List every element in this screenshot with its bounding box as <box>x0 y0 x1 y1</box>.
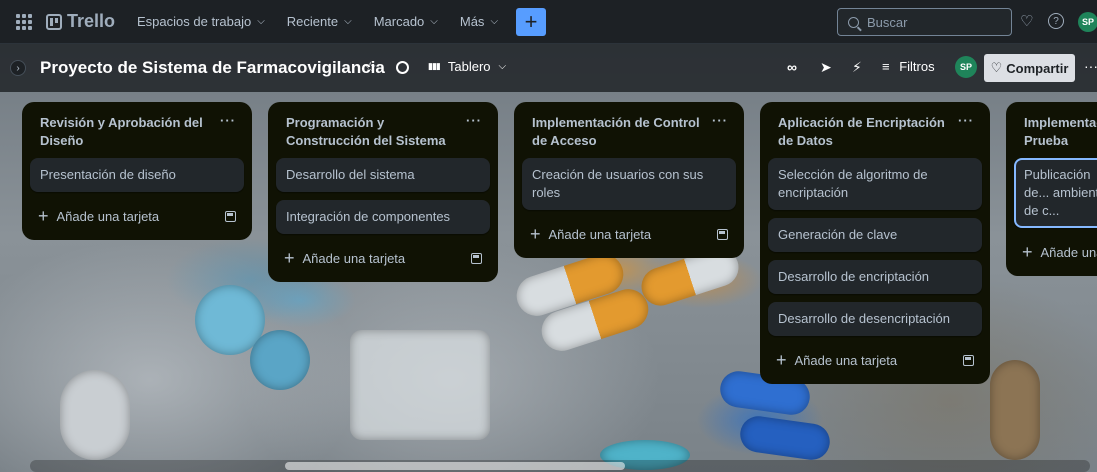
list-header[interactable]: Implementación de Control de Acceso ··· <box>522 102 736 158</box>
trello-logo[interactable]: Trello <box>46 11 115 32</box>
nav-recent-label: Reciente <box>286 14 339 29</box>
card[interactable]: Publicación de... ambiente de c... <box>1014 158 1097 228</box>
nav-more-label: Más <box>459 14 485 29</box>
share-button[interactable]: ♡ Compartir <box>984 54 1075 82</box>
star-icon[interactable]: ☆ <box>364 59 377 76</box>
card-template-icon[interactable] <box>963 354 974 366</box>
card[interactable]: Desarrollo de encriptación <box>768 260 982 294</box>
automation-icon[interactable]: ➤ <box>820 59 832 76</box>
add-card-label: Añade una tarjeta <box>794 352 898 368</box>
add-card-label: Añade una tarjeta <box>56 208 160 224</box>
list-control-acceso: Implementación de Control de Acceso ··· … <box>514 102 744 258</box>
list-header[interactable]: Programación y Construcción del Sistema … <box>276 102 490 158</box>
user-avatar[interactable]: SP <box>1078 12 1097 32</box>
chevron-down-icon: ⌵ <box>498 61 507 72</box>
search-placeholder: Buscar <box>867 14 908 30</box>
list-title: Programación y Construcción del Sistema <box>286 115 446 148</box>
add-card-button[interactable]: + Añade una tarjeta <box>284 249 405 267</box>
card[interactable]: Integración de componentes <box>276 200 490 234</box>
list-header[interactable]: Implementaci... Prueba <box>1014 102 1097 158</box>
nav-more[interactable]: Más ⌵ <box>460 14 498 29</box>
list-menu-icon[interactable]: ··· <box>220 112 236 130</box>
list-programacion-construccion: Programación y Construcción del Sistema … <box>268 102 498 282</box>
app-switcher-icon[interactable] <box>16 13 32 30</box>
create-button[interactable]: + <box>516 7 547 36</box>
add-card-button[interactable]: + Añade una <box>1022 243 1097 261</box>
list-menu-icon[interactable]: ··· <box>466 112 482 130</box>
board-title[interactable]: Proyecto de Sistema de Farmacovigilancia <box>40 58 385 78</box>
nav-workspaces[interactable]: Espacios de trabajo ⌵ <box>137 14 265 29</box>
list-menu-icon[interactable]: ··· <box>958 112 974 130</box>
top-navigation-bar: Trello Espacios de trabajo ⌵ Reciente ⌵ … <box>0 0 1097 44</box>
filter-icon: ≡ <box>882 59 890 74</box>
board-menu-icon[interactable]: ··· <box>1084 58 1097 74</box>
list-header[interactable]: Aplicación de Encriptación de Datos ··· <box>768 102 982 158</box>
add-card-row: + Añade una tarjeta <box>276 242 490 274</box>
chevron-down-icon: ⌵ <box>344 16 352 27</box>
help-icon[interactable]: ? <box>1048 13 1064 29</box>
brand-name: Trello <box>67 11 116 31</box>
add-card-row: + Añade una tarjeta <box>768 344 982 376</box>
nav-workspaces-label: Espacios de trabajo <box>137 14 252 29</box>
list-header[interactable]: Revisión y Aprobación del Diseño ··· <box>30 102 244 158</box>
add-card-row: + Añade una <box>1014 236 1097 268</box>
filters-button[interactable]: ≡ Filtros <box>882 59 935 74</box>
filters-label: Filtros <box>899 59 935 74</box>
card[interactable]: Presentación de diseño <box>30 158 244 192</box>
card-template-icon[interactable] <box>225 210 236 222</box>
plus-icon: + <box>284 248 295 268</box>
add-card-row: + Añade una tarjeta <box>522 218 736 250</box>
sidebar-toggle-icon[interactable]: › <box>10 60 26 76</box>
board-view-icon: ▮▮▮ <box>428 61 441 71</box>
scrollbar-thumb[interactable] <box>285 462 625 470</box>
list-menu-icon[interactable]: ··· <box>712 112 728 130</box>
power-ups-icon[interactable]: ∞ <box>787 59 797 75</box>
visibility-icon[interactable] <box>396 61 409 74</box>
card[interactable]: Creación de usuarios con sus roles <box>522 158 736 210</box>
plus-icon: + <box>1022 242 1033 262</box>
add-card-button[interactable]: + Añade una tarjeta <box>530 225 651 243</box>
board-view-label: Tablero <box>447 59 491 74</box>
card[interactable]: Generación de clave <box>768 218 982 252</box>
list-title: Aplicación de Encriptación de Datos <box>778 115 945 148</box>
list-title: Implementaci... Prueba <box>1024 115 1097 148</box>
add-card-row: + Añade una tarjeta <box>30 200 244 232</box>
list-title: Implementación de Control de Acceso <box>532 115 700 148</box>
plus-icon: + <box>776 350 787 370</box>
card-template-icon[interactable] <box>471 252 482 264</box>
add-card-button[interactable]: + Añade una tarjeta <box>776 351 897 369</box>
nav-starred-label: Marcado <box>373 14 425 29</box>
card[interactable]: Desarrollo de desencriptación <box>768 302 982 336</box>
list-encriptacion-datos: Aplicación de Encriptación de Datos ··· … <box>760 102 990 384</box>
lightning-icon[interactable]: ⚡ <box>852 59 862 76</box>
trello-logo-icon <box>46 13 62 30</box>
share-label: Compartir <box>1006 60 1069 76</box>
search-icon <box>848 16 859 28</box>
card[interactable]: Selección de algoritmo de encriptación <box>768 158 982 210</box>
board-header: › Proyecto de Sistema de Farmacovigilanc… <box>0 44 1097 92</box>
list-title: Revisión y Aprobación del Diseño <box>40 115 203 148</box>
search-input[interactable]: Buscar <box>837 8 1012 36</box>
chevron-down-icon: ⌵ <box>490 16 499 27</box>
notifications-icon[interactable]: ♡ <box>1020 12 1033 30</box>
list-revision-aprobacion: Revisión y Aprobación del Diseño ··· Pre… <box>22 102 252 240</box>
chevron-down-icon: ⌵ <box>257 16 265 27</box>
plus-icon: + <box>38 206 49 226</box>
add-card-label: Añade una tarjeta <box>302 250 406 266</box>
nav-starred[interactable]: Marcado ⌵ <box>374 14 438 29</box>
plus-icon: + <box>530 224 541 244</box>
share-user-icon: ♡ <box>990 60 1003 75</box>
add-card-button[interactable]: + Añade una tarjeta <box>38 207 159 225</box>
board-view-switcher[interactable]: ▮▮▮ Tablero ⌵ <box>428 59 506 74</box>
horizontal-scrollbar[interactable] <box>30 460 1090 472</box>
chevron-down-icon: ⌵ <box>430 16 438 27</box>
add-card-label: Añade una <box>1040 244 1097 260</box>
nav-recent[interactable]: Reciente ⌵ <box>287 14 352 29</box>
card[interactable]: Desarrollo del sistema <box>276 158 490 192</box>
card-template-icon[interactable] <box>717 228 728 240</box>
member-avatar[interactable]: SP <box>955 56 977 78</box>
add-card-label: Añade una tarjeta <box>548 226 652 242</box>
list-implementacion-prueba: Implementaci... Prueba Publicación de...… <box>1006 102 1097 276</box>
